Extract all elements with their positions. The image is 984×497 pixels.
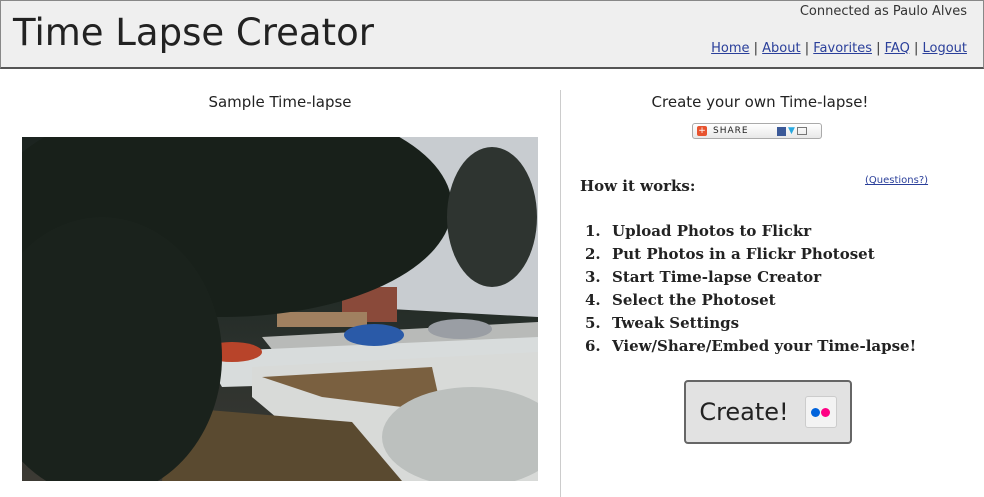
step-item: 2. Put Photos in a Flickr Photoset [585,243,916,266]
sample-timelapse-video[interactable] [22,137,538,481]
top-nav: Home | About | Favorites | FAQ | Logout [711,41,967,56]
step-item: 4. Select the Photoset [585,289,916,312]
nav-favorites[interactable]: Favorites [813,41,872,56]
site-title: Time Lapse Creator [13,11,374,54]
step-item: 6. View/Share/Embed your Time-lapse! [585,335,916,358]
step-text: Put Photos in a Flickr Photoset [612,245,875,263]
column-divider [560,90,561,497]
step-item: 1. Upload Photos to Flickr [585,220,916,243]
addthis-plus-icon: + [697,126,707,136]
step-number: 2. [585,245,601,263]
facebook-icon [777,126,786,136]
nav-faq[interactable]: FAQ [885,41,910,56]
create-label: Create! [699,398,789,426]
step-number: 1. [585,222,601,240]
step-number: 6. [585,337,601,355]
step-item: 3. Start Time-lapse Creator [585,266,916,289]
step-text: View/Share/Embed your Time-lapse! [612,337,917,355]
step-number: 3. [585,268,601,286]
sample-heading: Sample Time-lapse [208,93,352,111]
step-text: Tweak Settings [612,314,740,332]
connected-user: Connected as Paulo Alves [799,4,967,19]
nav-logout[interactable]: Logout [922,41,967,56]
snowy-street-image [22,137,538,481]
questions-link[interactable]: (Questions?) [865,175,928,186]
how-it-works-title: How it works: [580,177,696,195]
header: Time Lapse Creator Connected as Paulo Al… [0,0,984,69]
nav-home[interactable]: Home [711,41,749,56]
step-number: 5. [585,314,601,332]
step-text: Upload Photos to Flickr [612,222,812,240]
create-heading: Create your own Time-lapse! [651,93,869,111]
create-button[interactable]: Create! [684,380,852,444]
email-icon [796,127,807,135]
twitter-icon: ▼ [788,126,795,136]
step-item: 5. Tweak Settings [585,312,916,335]
step-text: Select the Photoset [612,291,776,309]
share-button[interactable]: + SHARE ▼ [692,123,822,139]
step-text: Start Time-lapse Creator [612,268,822,286]
nav-about[interactable]: About [762,41,800,56]
flickr-icon [804,396,837,428]
step-number: 4. [585,291,601,309]
share-label: SHARE [713,126,749,136]
steps-list: 1. Upload Photos to Flickr 2. Put Photos i… [585,220,916,358]
